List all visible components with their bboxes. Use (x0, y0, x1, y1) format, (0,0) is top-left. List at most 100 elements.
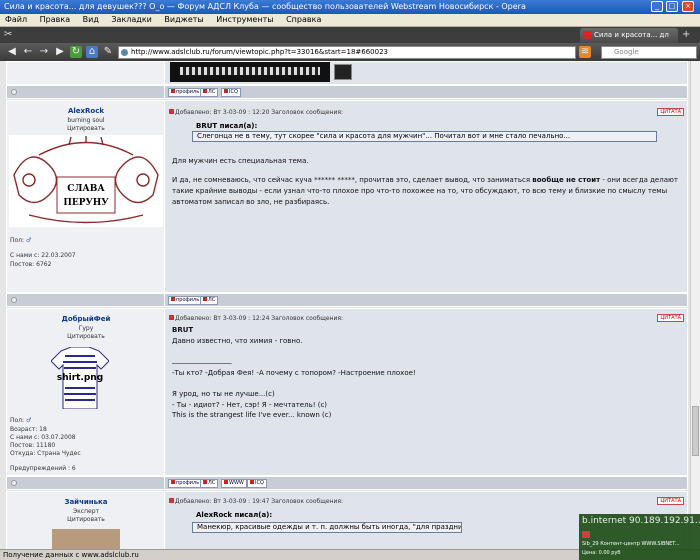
vertical-scrollbar[interactable] (690, 61, 700, 549)
back-arrow-icon[interactable]: ← (22, 46, 34, 58)
icq-button[interactable]: ICQ (247, 479, 267, 488)
back-icon[interactable]: ◀ (6, 46, 18, 58)
tab-label: Сила и красота... дл (594, 31, 669, 39)
window-title-bar: Сила и красота... для девушек??? О_о — Ф… (0, 0, 700, 14)
notification-line2: Цена: 0.00 руб (582, 550, 621, 556)
online-icon (11, 480, 17, 486)
avatar-text-bottom: ПЕРУНУ (63, 198, 109, 208)
post-alexrock: AlexRock burning soul Цитировать СЛАВА П… (6, 100, 688, 293)
status-text: Получение данных с www.adslclub.ru (3, 551, 139, 559)
pm-button[interactable]: ЛС (200, 88, 219, 97)
address-field[interactable]: http://www.adslclub.ru/forum/viewtopic.p… (118, 46, 576, 59)
search-field[interactable]: Google (601, 46, 697, 59)
notification-icon (582, 531, 590, 538)
signature-image (170, 62, 330, 82)
quote-link[interactable]: Цитировать (7, 125, 165, 132)
pm-button[interactable]: ЛС (200, 479, 219, 488)
maximize-button[interactable]: □ (666, 1, 678, 12)
notification-line1: Sib_29 Контент-центр WWW.SIBNET... (582, 541, 680, 547)
author-joined: С нами с: 03.07.2008 (10, 434, 76, 441)
signature-line: This is the strangest life I've ever... … (172, 411, 332, 419)
online-icon (11, 89, 17, 95)
quote-link[interactable]: Цитировать (7, 333, 165, 340)
tab-bar: ✂ Сила и красота... дл + (0, 27, 700, 43)
page-content: профиль ЛС ICQ AlexRock burning soul Цит… (0, 61, 690, 549)
post-actions-bar: профиль ЛС (6, 293, 688, 307)
tv-icon (334, 64, 352, 80)
post-line: Давно известно, что химия - говно. (172, 337, 303, 345)
quote-author: AlexRock писал(а): (196, 511, 273, 519)
quote-button[interactable]: ЦИТАТА (657, 497, 684, 505)
forward-icon[interactable]: → (38, 46, 50, 58)
male-icon: ♂ (25, 417, 32, 424)
post-actions-bar: профиль ЛС WWW ICQ (6, 476, 688, 490)
search-placeholder: Google (614, 48, 639, 56)
avatar-caption: shirt.png (57, 373, 103, 383)
post-body: И да, не сомневаюсь, что сейчас куча ***… (172, 176, 678, 206)
favicon-icon (583, 31, 591, 39)
pm-button[interactable]: ЛС (200, 296, 219, 305)
post-header: Добавлено: Вт 3-03-09 : 12:20 Заголовок … (169, 109, 343, 116)
fast-forward-icon[interactable]: ▶ (54, 46, 66, 58)
menu-file[interactable]: Файл (0, 14, 32, 26)
post-body-line1: Для мужчин есть специальная тема. (172, 157, 309, 165)
author-avatar: СЛАВА ПЕРУНУ (9, 135, 163, 227)
signature-divider: _________________ (172, 356, 232, 364)
post-author[interactable]: AlexRock (7, 107, 165, 115)
profile-button[interactable]: профиль (168, 88, 203, 97)
quote-button[interactable]: ЦИТАТА (657, 108, 684, 116)
author-posts: Постов: 11180 (10, 442, 56, 449)
author-gender: Пол: ♂ (10, 237, 32, 244)
post-icon (169, 109, 174, 114)
post-icon (169, 315, 174, 320)
icq-button[interactable]: ICQ (221, 88, 241, 97)
avatar-text-top: СЛАВА (67, 184, 105, 194)
post-author[interactable]: ДобрыйФей (7, 315, 165, 323)
address-toolbar: ◀ ← → ▶ ↻ ⌂ ✎ http://www.adslclub.ru/for… (0, 43, 700, 61)
profile-button[interactable]: профиль (168, 296, 203, 305)
prev-post-row (6, 61, 688, 85)
reload-icon[interactable]: ↻ (70, 46, 82, 58)
signature-line: Я урод, но ты не лучше...(с) (172, 390, 275, 398)
menu-view[interactable]: Вид (78, 14, 104, 26)
network-notification[interactable]: b.internet 90.189.192.91... Sib_29 Конте… (579, 514, 700, 560)
opera-menu-icon[interactable]: ✂ (4, 29, 12, 40)
online-icon (11, 297, 17, 303)
address-url: http://www.adslclub.ru/forum/viewtopic.p… (131, 48, 388, 56)
menu-edit[interactable]: Правка (35, 14, 75, 26)
post-actions-bar: профиль ЛС ICQ (6, 85, 688, 99)
author-avatar (52, 529, 120, 549)
post-header: Добавлено: Вт 3-03-09 : 12:24 Заголовок … (169, 315, 343, 322)
author-rank: Эксперт (72, 508, 100, 515)
post-dobryifey: ДобрыйФей Гуру Цитировать shirt.png Пол:… (6, 308, 688, 476)
quote-button[interactable]: ЦИТАТА (657, 314, 684, 322)
post-author[interactable]: Зайчинька (7, 498, 165, 506)
quote-box: Манекюр, красивые одежды и т. п. должны … (192, 522, 462, 533)
post-icon (169, 498, 174, 503)
close-button[interactable]: × (682, 1, 694, 12)
new-tab-icon[interactable]: + (682, 29, 690, 40)
author-warnings: Предупреждений : 6 (10, 465, 76, 472)
www-button[interactable]: WWW (221, 479, 247, 488)
menu-bookmarks[interactable]: Закладки (106, 14, 156, 26)
window-title: Сила и красота... для девушек??? О_о — Ф… (4, 2, 526, 11)
quote-box: Слегонца не в тему, тут скорее "сила и к… (192, 131, 657, 142)
quote-author: BRUT писал(а): (196, 122, 258, 130)
author-rank: Гуру (78, 325, 94, 332)
rss-icon[interactable]: ≋ (579, 46, 591, 58)
author-age: Возраст: 18 (10, 426, 47, 433)
menu-tools[interactable]: Инструменты (211, 14, 278, 26)
tab-active[interactable]: Сила и красота... дл (580, 28, 678, 43)
quote-link[interactable]: Цитировать (7, 516, 165, 523)
signature-line: - Ты - идиот? - Нет, сэр! Я - мечтатель!… (172, 401, 328, 409)
menu-widgets[interactable]: Виджеты (159, 14, 208, 26)
minimize-button[interactable]: _ (651, 1, 663, 12)
scrollbar-thumb[interactable] (692, 406, 699, 456)
menu-help[interactable]: Справка (281, 14, 326, 26)
home-icon[interactable]: ⌂ (86, 46, 98, 58)
author-gender: Пол: ♂ (10, 417, 32, 424)
menu-bar: Файл Правка Вид Закладки Виджеты Инструм… (0, 14, 700, 27)
profile-button[interactable]: профиль (168, 479, 203, 488)
edit-icon[interactable]: ✎ (102, 46, 114, 58)
page-icon (121, 49, 128, 56)
